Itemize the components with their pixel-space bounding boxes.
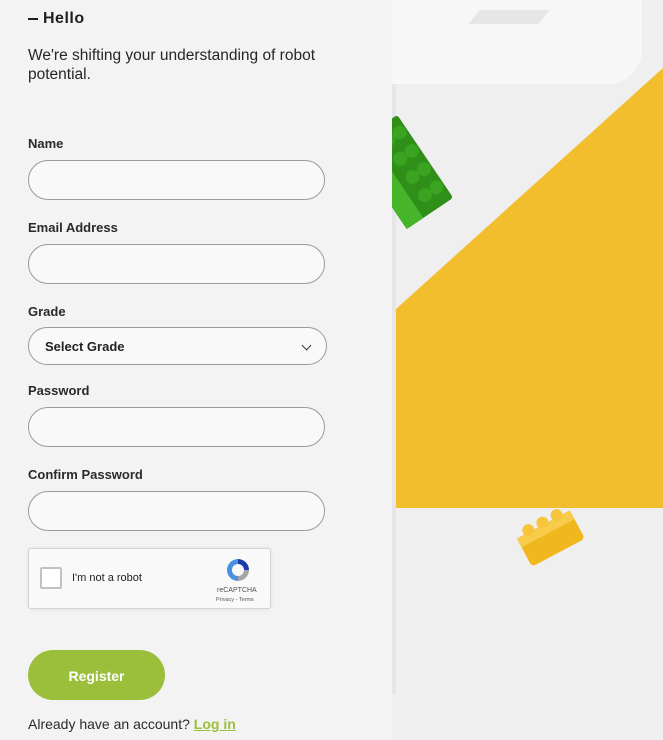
recaptcha-widget: I'm not a robot reCAPTCHA Privacy - Term…	[28, 548, 271, 609]
recaptcha-checkbox[interactable]	[40, 567, 62, 589]
yellow-lego-brick-icon	[516, 509, 584, 566]
recaptcha-label: I'm not a robot	[72, 572, 142, 584]
email-field[interactable]	[28, 244, 325, 284]
grade-label: Grade	[28, 304, 66, 319]
registration-panel: Hello We're shifting your understanding …	[0, 0, 392, 740]
chevron-down-icon	[301, 340, 312, 351]
register-button[interactable]: Register	[28, 650, 165, 700]
greeting-text: Hello	[43, 10, 85, 27]
name-label: Name	[28, 136, 64, 151]
tagline: We're shifting your understanding of rob…	[28, 47, 316, 83]
recaptcha-logo-icon	[227, 559, 249, 581]
password-label: Password	[28, 383, 90, 398]
dash-icon	[28, 17, 38, 20]
grade-select-value: Select Grade	[45, 339, 125, 354]
email-label: Email Address	[28, 220, 118, 235]
login-prompt: Already have an account? Log in	[28, 716, 236, 732]
recaptcha-links[interactable]: Privacy - Terms	[216, 597, 254, 603]
confirm-password-label: Confirm Password	[28, 467, 143, 482]
recaptcha-brand: reCAPTCHA	[217, 587, 257, 594]
login-prompt-text: Already have an account?	[28, 716, 194, 732]
confirm-password-field[interactable]	[28, 491, 325, 531]
login-link[interactable]: Log in	[194, 716, 236, 732]
password-field[interactable]	[28, 407, 325, 447]
grade-select[interactable]: Select Grade	[28, 327, 327, 365]
greeting-heading: Hello	[28, 10, 85, 28]
name-field[interactable]	[28, 160, 325, 200]
